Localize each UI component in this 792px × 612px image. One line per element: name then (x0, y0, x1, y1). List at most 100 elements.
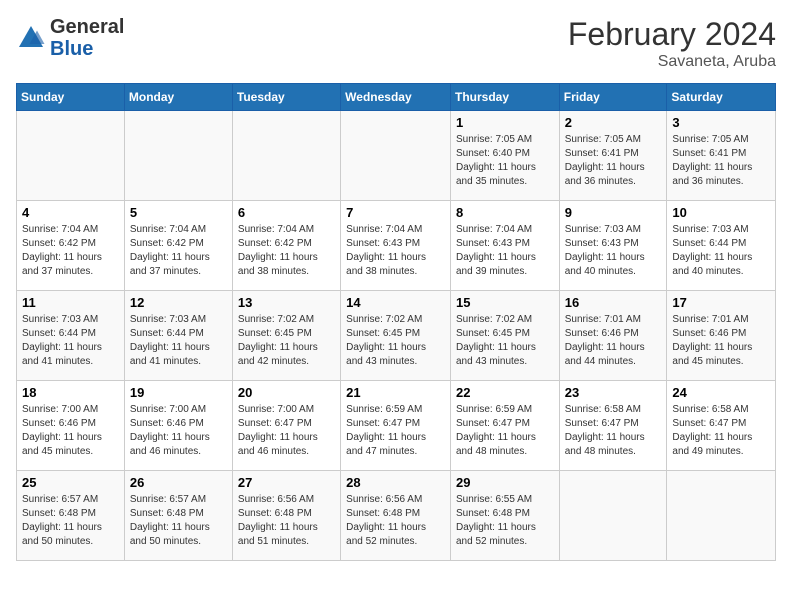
day-number: 21 (346, 385, 445, 400)
header: General Blue February 2024 Savaneta, Aru… (16, 16, 776, 71)
weekday-header-row: SundayMondayTuesdayWednesdayThursdayFrid… (17, 84, 776, 111)
day-info: Sunrise: 7:01 AMSunset: 6:46 PMDaylight:… (565, 313, 662, 369)
day-info: Sunrise: 7:02 AMSunset: 6:45 PMDaylight:… (456, 313, 554, 369)
logo-general: General (50, 16, 124, 38)
day-cell: 23Sunrise: 6:58 AMSunset: 6:47 PMDayligh… (559, 381, 667, 471)
weekday-header-tuesday: Tuesday (232, 84, 340, 111)
day-number: 25 (22, 475, 119, 490)
subtitle: Savaneta, Aruba (568, 53, 776, 71)
month-title: February 2024 (568, 16, 776, 53)
day-info: Sunrise: 7:04 AMSunset: 6:43 PMDaylight:… (456, 223, 554, 279)
day-number: 26 (130, 475, 227, 490)
day-number: 20 (238, 385, 335, 400)
day-number: 22 (456, 385, 554, 400)
week-row-2: 11 Sunrise: 7:03 AMSunset: 6:44 PMDayligh… (17, 291, 776, 381)
day-cell: 2 Sunrise: 7:05 AMSunset: 6:41 PMDaylight… (559, 111, 667, 201)
day-cell: 28Sunrise: 6:56 AMSunset: 6:48 PMDayligh… (341, 471, 451, 561)
day-cell: 5 Sunrise: 7:04 AMSunset: 6:42 PMDaylight… (124, 201, 232, 291)
day-info: Sunrise: 6:56 AMSunset: 6:48 PMDaylight:… (238, 493, 335, 549)
day-cell: 29 Sunrise: 6:55 AMSunset: 6:48 PMDayligh… (450, 471, 559, 561)
day-number: 2 (565, 115, 662, 130)
day-info: Sunrise: 7:00 AMSunset: 6:47 PMDaylight:… (238, 403, 335, 459)
day-info: Sunrise: 7:05 AMSunset: 6:41 PMDaylight:… (672, 133, 770, 189)
weekday-header-saturday: Saturday (667, 84, 776, 111)
day-info: Sunrise: 7:03 AMSunset: 6:43 PMDaylight:… (565, 223, 662, 279)
day-cell: 12 Sunrise: 7:03 AMSunset: 6:44 PMDayligh… (124, 291, 232, 381)
day-info: Sunrise: 7:03 AMSunset: 6:44 PMDaylight:… (672, 223, 770, 279)
day-cell (559, 471, 667, 561)
day-cell: 20 Sunrise: 7:00 AMSunset: 6:47 PMDayligh… (232, 381, 340, 471)
day-cell: 26Sunrise: 6:57 AMSunset: 6:48 PMDayligh… (124, 471, 232, 561)
day-info: Sunrise: 7:03 AMSunset: 6:44 PMDaylight:… (130, 313, 227, 369)
day-cell: 9Sunrise: 7:03 AMSunset: 6:43 PMDaylight… (559, 201, 667, 291)
day-cell: 16 Sunrise: 7:01 AMSunset: 6:46 PMDayligh… (559, 291, 667, 381)
day-number: 29 (456, 475, 554, 490)
day-number: 5 (130, 205, 227, 220)
day-number: 18 (22, 385, 119, 400)
day-info: Sunrise: 7:05 AMSunset: 6:40 PMDaylight:… (456, 133, 554, 189)
day-info: Sunrise: 6:55 AMSunset: 6:48 PMDaylight:… (456, 493, 554, 549)
day-info: Sunrise: 7:04 AMSunset: 6:42 PMDaylight:… (22, 223, 119, 279)
day-cell: 17 Sunrise: 7:01 AMSunset: 6:46 PMDayligh… (667, 291, 776, 381)
day-cell: 7 Sunrise: 7:04 AMSunset: 6:43 PMDaylight… (341, 201, 451, 291)
day-info: Sunrise: 7:05 AMSunset: 6:41 PMDaylight:… (565, 133, 662, 189)
logo-text: General Blue (50, 16, 124, 60)
day-number: 12 (130, 295, 227, 310)
day-cell: 19 Sunrise: 7:00 AMSunset: 6:46 PMDayligh… (124, 381, 232, 471)
day-number: 23 (565, 385, 662, 400)
day-cell: 21 Sunrise: 6:59 AMSunset: 6:47 PMDayligh… (341, 381, 451, 471)
day-number: 15 (456, 295, 554, 310)
day-cell: 14Sunrise: 7:02 AMSunset: 6:45 PMDayligh… (341, 291, 451, 381)
day-cell: 25 Sunrise: 6:57 AMSunset: 6:48 PMDayligh… (17, 471, 125, 561)
day-number: 27 (238, 475, 335, 490)
day-cell: 1 Sunrise: 7:05 AMSunset: 6:40 PMDaylight… (450, 111, 559, 201)
logo: General Blue (16, 16, 124, 60)
day-number: 1 (456, 115, 554, 130)
day-cell: 10 Sunrise: 7:03 AMSunset: 6:44 PMDayligh… (667, 201, 776, 291)
day-info: Sunrise: 6:59 AMSunset: 6:47 PMDaylight:… (346, 403, 445, 459)
day-cell (124, 111, 232, 201)
day-cell: 8 Sunrise: 7:04 AMSunset: 6:43 PMDaylight… (450, 201, 559, 291)
day-number: 11 (22, 295, 119, 310)
day-cell (17, 111, 125, 201)
day-number: 16 (565, 295, 662, 310)
day-number: 28 (346, 475, 445, 490)
day-info: Sunrise: 7:03 AMSunset: 6:44 PMDaylight:… (22, 313, 119, 369)
day-number: 10 (672, 205, 770, 220)
day-cell: 13Sunrise: 7:02 AMSunset: 6:45 PMDayligh… (232, 291, 340, 381)
day-info: Sunrise: 6:57 AMSunset: 6:48 PMDaylight:… (22, 493, 119, 549)
day-number: 19 (130, 385, 227, 400)
weekday-header-wednesday: Wednesday (341, 84, 451, 111)
day-info: Sunrise: 7:04 AMSunset: 6:42 PMDaylight:… (238, 223, 335, 279)
weekday-header-monday: Monday (124, 84, 232, 111)
day-number: 6 (238, 205, 335, 220)
day-info: Sunrise: 7:00 AMSunset: 6:46 PMDaylight:… (130, 403, 227, 459)
day-number: 8 (456, 205, 554, 220)
day-cell: 27 Sunrise: 6:56 AMSunset: 6:48 PMDayligh… (232, 471, 340, 561)
day-number: 3 (672, 115, 770, 130)
day-info: Sunrise: 7:04 AMSunset: 6:43 PMDaylight:… (346, 223, 445, 279)
week-row-4: 25 Sunrise: 6:57 AMSunset: 6:48 PMDayligh… (17, 471, 776, 561)
week-row-0: 1 Sunrise: 7:05 AMSunset: 6:40 PMDaylight… (17, 111, 776, 201)
day-cell: 6 Sunrise: 7:04 AMSunset: 6:42 PMDaylight… (232, 201, 340, 291)
weekday-header-friday: Friday (559, 84, 667, 111)
day-number: 24 (672, 385, 770, 400)
day-info: Sunrise: 7:01 AMSunset: 6:46 PMDaylight:… (672, 313, 770, 369)
calendar-table: SundayMondayTuesdayWednesdayThursdayFrid… (16, 83, 776, 561)
day-cell (341, 111, 451, 201)
day-cell: 18Sunrise: 7:00 AMSunset: 6:46 PMDayligh… (17, 381, 125, 471)
day-cell: 4Sunrise: 7:04 AMSunset: 6:42 PMDaylight… (17, 201, 125, 291)
day-cell (232, 111, 340, 201)
day-cell: 3 Sunrise: 7:05 AMSunset: 6:41 PMDaylight… (667, 111, 776, 201)
day-cell: 22 Sunrise: 6:59 AMSunset: 6:47 PMDayligh… (450, 381, 559, 471)
week-row-3: 18 Sunrise: 7:00 AMSunset: 6:46 PMDayligh… (17, 381, 776, 471)
day-info: Sunrise: 7:04 AMSunset: 6:42 PMDaylight:… (130, 223, 227, 279)
day-number: 17 (672, 295, 770, 310)
day-info: Sunrise: 6:58 AMSunset: 6:47 PMDaylight:… (672, 403, 770, 459)
logo-icon (16, 23, 46, 53)
weekday-header-sunday: Sunday (17, 84, 125, 111)
day-number: 14 (346, 295, 445, 310)
day-number: 7 (346, 205, 445, 220)
day-number: 13 (238, 295, 335, 310)
day-info: Sunrise: 6:59 AMSunset: 6:47 PMDaylight:… (456, 403, 554, 459)
